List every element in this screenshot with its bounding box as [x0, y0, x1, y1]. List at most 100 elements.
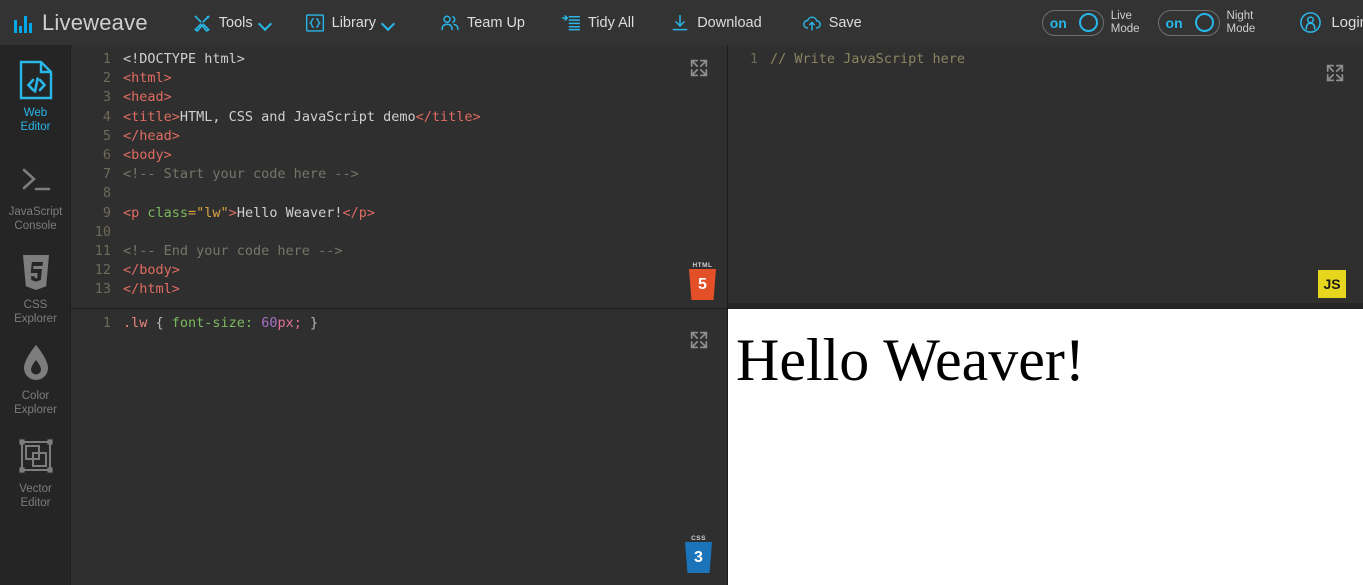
- html5-badge: HTML 5: [689, 262, 716, 300]
- sidebar-item-vector-editor[interactable]: Vector Editor: [0, 417, 71, 510]
- line-number: 2: [71, 69, 123, 88]
- line-number: 13: [71, 280, 123, 299]
- code-text: <!-- Start your code here -->: [123, 165, 359, 184]
- menu-team-up-label: Team Up: [467, 15, 525, 31]
- tidy-icon: [561, 13, 581, 33]
- menu-library-label: Library: [332, 15, 376, 31]
- user-circle-icon: [1299, 11, 1322, 34]
- code-file-icon: [17, 57, 55, 103]
- live-mode-state: on: [1050, 15, 1067, 31]
- code-line: 13</html>: [71, 280, 727, 299]
- horizontal-splitter-left[interactable]: [71, 308, 727, 309]
- menu-library[interactable]: Library: [303, 0, 396, 45]
- expand-arrows-icon[interactable]: [688, 329, 710, 351]
- code-text: <html>: [123, 69, 172, 88]
- menu-tidy-all[interactable]: Tidy All: [559, 0, 636, 45]
- code-line: 2<html>: [71, 69, 727, 88]
- sidebar-item-javascript-console-label: JavaScript Console: [9, 205, 63, 233]
- code-line: 5</head>: [71, 127, 727, 146]
- line-number: 12: [71, 261, 123, 280]
- menu-tidy-all-label: Tidy All: [588, 15, 634, 31]
- sidebar-item-web-editor[interactable]: Web Editor: [0, 45, 71, 134]
- live-mode-toggle-group: on Live Mode: [1042, 0, 1140, 45]
- menu-save[interactable]: Save: [800, 0, 864, 45]
- code-line: 4<title>HTML, CSS and JavaScript demo</t…: [71, 108, 727, 127]
- css-editor-panel[interactable]: 1.lw { font-size: 60px; } CSS 3: [71, 309, 727, 585]
- vector-shapes-icon: [17, 433, 55, 479]
- code-line: 11<!-- End your code here -->: [71, 242, 727, 261]
- code-line: 1<!DOCTYPE html>: [71, 50, 727, 69]
- code-text: </html>: [123, 280, 180, 299]
- top-toolbar: Liveweave Tools Library: [0, 0, 1363, 45]
- chevron-down-icon: [260, 19, 271, 26]
- login-button[interactable]: Login: [1299, 11, 1363, 34]
- line-number: 9: [71, 204, 123, 223]
- menu-team-up[interactable]: Team Up: [438, 0, 527, 45]
- line-number: 5: [71, 127, 123, 146]
- menu-download-label: Download: [697, 15, 762, 31]
- html-editor-panel[interactable]: 1<!DOCTYPE html>2<html>3<head>4<title>HT…: [71, 45, 727, 308]
- expand-arrows-icon[interactable]: [688, 57, 710, 79]
- left-sidebar: Web Editor JavaScript Console CSS Explor…: [0, 45, 71, 585]
- night-mode-toggle-group: on Night Mode: [1158, 0, 1256, 45]
- code-text: <title>HTML, CSS and JavaScript demo</ti…: [123, 108, 481, 127]
- app-logo[interactable]: Liveweave: [14, 0, 148, 45]
- code-line: 8: [71, 184, 727, 203]
- menu-save-label: Save: [829, 15, 862, 31]
- line-number: 1: [71, 314, 123, 333]
- menu-tools[interactable]: Tools: [190, 0, 273, 45]
- css-code-content[interactable]: 1.lw { font-size: 60px; }: [71, 309, 727, 333]
- javascript-editor-panel[interactable]: 1// Write JavaScript here JS: [728, 45, 1363, 308]
- css3-badge: CSS 3: [685, 535, 712, 573]
- menu-tools-label: Tools: [219, 15, 253, 31]
- code-line: 1.lw { font-size: 60px; }: [71, 314, 727, 333]
- line-number: 10: [71, 223, 123, 242]
- line-number: 4: [71, 108, 123, 127]
- braces-icon: [305, 13, 325, 33]
- js-badge: JS: [1318, 270, 1346, 298]
- html-code-content[interactable]: 1<!DOCTYPE html>2<html>3<head>4<title>HT…: [71, 45, 727, 300]
- code-text: <!DOCTYPE html>: [123, 50, 245, 69]
- code-text: .lw { font-size: 60px; }: [123, 314, 318, 333]
- download-icon: [670, 13, 690, 33]
- sidebar-item-color-explorer-label: Color Explorer: [14, 389, 57, 417]
- preview-heading: Hello Weaver!: [728, 309, 1363, 393]
- code-text: // Write JavaScript here: [770, 50, 965, 69]
- vertical-splitter[interactable]: [727, 45, 728, 585]
- toggle-knob: [1195, 13, 1214, 32]
- sidebar-item-web-editor-label: Web Editor: [20, 106, 50, 134]
- code-line: 12</body>: [71, 261, 727, 280]
- menu-download[interactable]: Download: [668, 0, 764, 45]
- code-line: 9<p class="lw">Hello Weaver!</p>: [71, 204, 727, 223]
- sidebar-item-javascript-console[interactable]: JavaScript Console: [0, 134, 71, 233]
- code-line: 6<body>: [71, 146, 727, 165]
- code-line: 7<!-- Start your code here -->: [71, 165, 727, 184]
- sidebar-item-css-explorer-label: CSS Explorer: [14, 298, 57, 326]
- line-number: 11: [71, 242, 123, 261]
- javascript-code-content[interactable]: 1// Write JavaScript here: [728, 45, 1363, 69]
- line-number: 7: [71, 165, 123, 184]
- code-line: 10: [71, 223, 727, 242]
- cloud-upload-icon: [802, 13, 822, 33]
- chevron-down-icon: [383, 19, 394, 26]
- droplet-icon: [19, 340, 53, 386]
- code-text: </head>: [123, 127, 180, 146]
- tools-icon: [192, 13, 212, 33]
- night-mode-state: on: [1166, 15, 1183, 31]
- sidebar-item-css-explorer[interactable]: CSS Explorer: [0, 233, 71, 326]
- css3-shield-icon: [19, 249, 53, 295]
- code-text: </body>: [123, 261, 180, 280]
- code-text: <body>: [123, 146, 172, 165]
- live-mode-label: Live Mode: [1111, 10, 1140, 35]
- login-label: Login: [1331, 14, 1363, 31]
- live-mode-toggle[interactable]: on: [1042, 10, 1104, 36]
- line-number: 6: [71, 146, 123, 165]
- sidebar-item-color-explorer[interactable]: Color Explorer: [0, 326, 71, 417]
- line-number: 8: [71, 184, 123, 203]
- expand-arrows-icon[interactable]: [1324, 62, 1346, 84]
- night-mode-toggle[interactable]: on: [1158, 10, 1220, 36]
- line-number: 3: [71, 88, 123, 107]
- horizontal-splitter-right[interactable]: [728, 303, 1363, 309]
- code-text: <p class="lw">Hello Weaver!</p>: [123, 204, 375, 223]
- line-number: 1: [728, 50, 770, 69]
